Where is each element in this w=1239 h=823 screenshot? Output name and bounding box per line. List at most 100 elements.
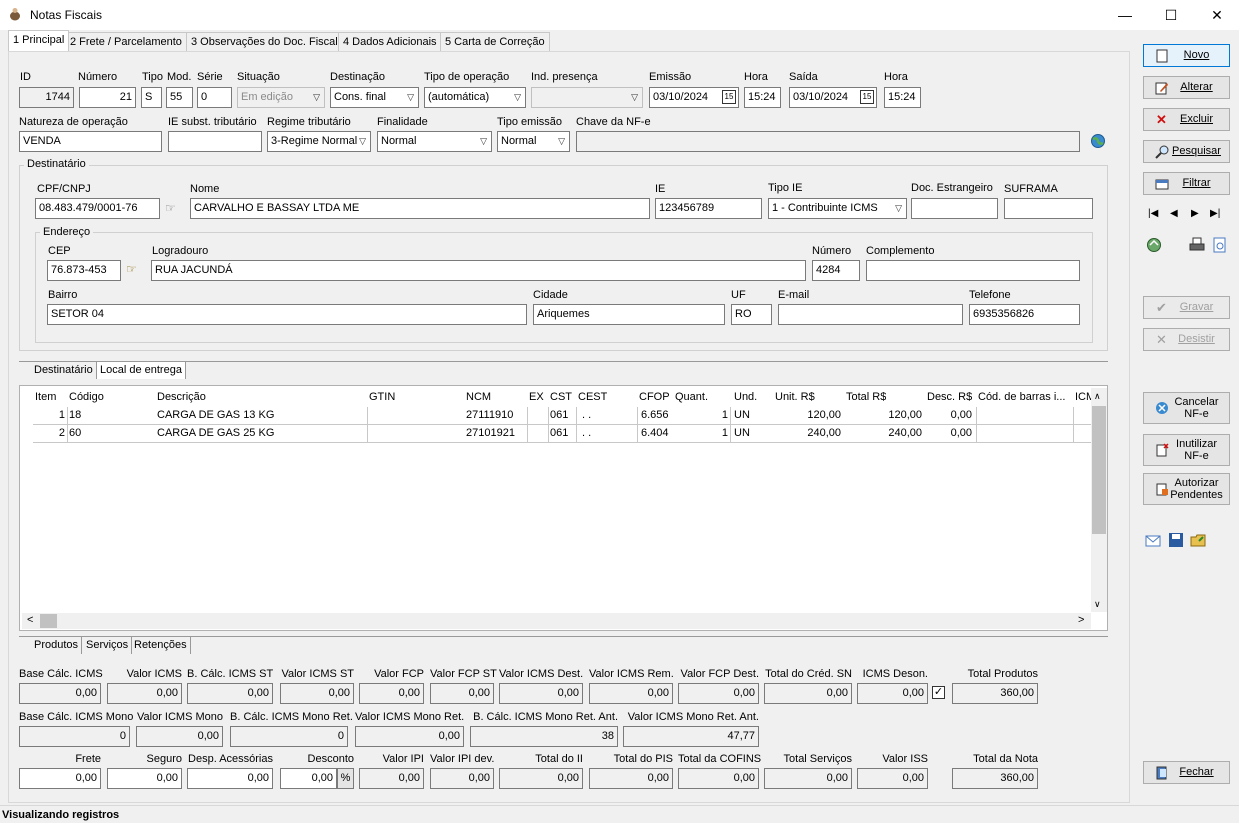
- novo-button[interactable]: Novo: [1143, 44, 1230, 67]
- icms-deson-checkbox[interactable]: ✓: [932, 686, 945, 699]
- seguro-field[interactable]: 0,00: [107, 768, 182, 789]
- nome-field[interactable]: CARVALHO E BASSAY LTDA ME: [190, 198, 650, 219]
- col-header[interactable]: Desc. R$: [927, 389, 972, 406]
- tab-retencoes[interactable]: Retenções: [131, 637, 191, 654]
- scroll-up-icon[interactable]: ∧: [1094, 391, 1101, 402]
- col-header[interactable]: CFOP: [639, 389, 670, 406]
- calendar-icon[interactable]: 15: [722, 90, 736, 104]
- saida-date[interactable]: 03/10/2024 15: [789, 87, 877, 108]
- tab-local-entrega[interactable]: Local de entrega: [97, 362, 186, 379]
- bairro-field[interactable]: SETOR 04: [47, 304, 527, 325]
- logradouro-field[interactable]: RUA JACUNDÁ: [151, 260, 806, 281]
- horizontal-scrollbar[interactable]: < >: [22, 613, 1091, 629]
- minimize-button[interactable]: —: [1102, 0, 1148, 30]
- tipo-emissao-select[interactable]: Normal ▽: [497, 131, 570, 152]
- col-header[interactable]: ICM: [1075, 389, 1091, 406]
- numero-field[interactable]: 21: [79, 87, 136, 108]
- scrollbar-thumb[interactable]: [40, 614, 57, 628]
- tab-servicos[interactable]: Serviços: [83, 637, 133, 654]
- percent-button[interactable]: %: [337, 768, 354, 789]
- col-header[interactable]: Und.: [734, 389, 757, 406]
- hora-emissao-field[interactable]: 15:24: [744, 87, 781, 108]
- end-numero-field[interactable]: 4284: [812, 260, 860, 281]
- email-icon[interactable]: [1145, 532, 1161, 548]
- telefone-field[interactable]: 6935356826: [969, 304, 1080, 325]
- desp-acessorias-field[interactable]: 0,00: [187, 768, 273, 789]
- suframa-field[interactable]: [1004, 198, 1093, 219]
- frete-field[interactable]: 0,00: [19, 768, 101, 789]
- cancelar-nfe-button[interactable]: Cancelar NF-e: [1143, 392, 1230, 424]
- ie-subst-field[interactable]: [168, 131, 262, 152]
- desconto-field[interactable]: 0,00: [280, 768, 337, 789]
- search-hand-icon[interactable]: ☞: [126, 262, 146, 278]
- col-header[interactable]: Cód. de barras i...: [978, 389, 1070, 406]
- next-record-icon[interactable]: ▶: [1191, 208, 1199, 219]
- filtrar-button[interactable]: Filtrar: [1143, 172, 1230, 195]
- regime-select[interactable]: 3-Regime Normal ▽: [267, 131, 371, 152]
- scrollbar-thumb[interactable]: [1092, 406, 1106, 534]
- col-header[interactable]: Unit. R$: [775, 389, 815, 406]
- tipo-ie-select[interactable]: 1 - Contribuinte ICMS ▽: [768, 198, 907, 219]
- print-icon[interactable]: [1189, 237, 1205, 253]
- preview-icon[interactable]: [1212, 237, 1228, 253]
- fechar-button[interactable]: Fechar: [1143, 761, 1230, 784]
- col-header[interactable]: NCM: [466, 389, 491, 406]
- open-folder-icon[interactable]: [1190, 532, 1206, 548]
- pesquisar-button[interactable]: Pesquisar: [1143, 140, 1230, 163]
- emissao-date[interactable]: 03/10/2024 15: [649, 87, 739, 108]
- tab-frete[interactable]: 2 Frete / Parcelamento: [65, 32, 187, 51]
- tipo-operacao-select[interactable]: (automática) ▽: [424, 87, 526, 108]
- natureza-field[interactable]: VENDA: [19, 131, 162, 152]
- scroll-down-icon[interactable]: ∨: [1094, 599, 1101, 610]
- globe-icon[interactable]: [1090, 133, 1106, 149]
- autorizar-pendentes-button[interactable]: Autorizar Pendentes: [1143, 473, 1230, 505]
- refresh-globe-icon[interactable]: [1146, 237, 1162, 253]
- ie-field[interactable]: 123456789: [655, 198, 762, 219]
- cidade-field[interactable]: Ariquemes: [533, 304, 725, 325]
- col-header[interactable]: Item: [35, 389, 56, 406]
- uf-field[interactable]: RO: [731, 304, 772, 325]
- col-header[interactable]: GTIN: [369, 389, 395, 406]
- destinacao-select[interactable]: Cons. final ▽: [330, 87, 419, 108]
- alterar-button[interactable]: Alterar: [1143, 76, 1230, 99]
- doc-estrangeiro-field[interactable]: [911, 198, 998, 219]
- col-header[interactable]: Descrição: [157, 389, 206, 406]
- close-button[interactable]: ✕: [1194, 0, 1239, 30]
- col-header[interactable]: CST: [550, 389, 572, 406]
- check-icon: ✔: [1156, 300, 1167, 315]
- calendar-icon[interactable]: 15: [860, 90, 874, 104]
- col-header[interactable]: Código: [69, 389, 104, 406]
- cpf-field[interactable]: 08.483.479/0001-76: [35, 198, 160, 219]
- complemento-field[interactable]: [866, 260, 1080, 281]
- tab-produtos[interactable]: Produtos: [31, 637, 83, 654]
- search-hand-icon[interactable]: ☞: [165, 201, 185, 215]
- items-grid[interactable]: Item Código Descrição GTIN NCM EX CST CE…: [19, 385, 1108, 631]
- scroll-left-icon[interactable]: <: [27, 614, 33, 626]
- tab-observacoes[interactable]: 3 Observações do Doc. Fiscal: [186, 32, 343, 51]
- tab-principal[interactable]: 1 Principal: [8, 30, 70, 51]
- tab-carta-correcao[interactable]: 5 Carta de Correção: [440, 32, 550, 51]
- col-header[interactable]: Total R$: [846, 389, 886, 406]
- vertical-scrollbar[interactable]: ∧ ∨: [1091, 388, 1107, 612]
- excluir-button[interactable]: ✕ Excluir: [1143, 108, 1230, 131]
- maximize-button[interactable]: ☐: [1148, 0, 1194, 30]
- tipo-field[interactable]: S: [141, 87, 162, 108]
- scroll-right-icon[interactable]: >: [1078, 614, 1084, 626]
- inutilizar-nfe-button[interactable]: Inutilizar NF-e: [1143, 434, 1230, 466]
- cep-field[interactable]: 76.873-453: [47, 260, 121, 281]
- finalidade-select[interactable]: Normal ▽: [377, 131, 492, 152]
- hora-saida-field[interactable]: 15:24: [884, 87, 921, 108]
- email-field[interactable]: [778, 304, 963, 325]
- tab-destinatario[interactable]: Destinatário: [31, 362, 97, 379]
- last-record-icon[interactable]: ▶|: [1210, 208, 1220, 219]
- serie-field[interactable]: 0: [197, 87, 232, 108]
- col-header[interactable]: CEST: [578, 389, 607, 406]
- col-header[interactable]: Quant.: [675, 389, 708, 406]
- prev-record-icon[interactable]: ◀: [1170, 208, 1178, 219]
- col-header[interactable]: EX: [529, 389, 544, 406]
- total-label: Valor FCP: [374, 668, 424, 680]
- save-icon[interactable]: [1168, 532, 1184, 548]
- mod-field[interactable]: 55: [166, 87, 193, 108]
- first-record-icon[interactable]: |◀: [1148, 208, 1158, 219]
- tab-dados-adicionais[interactable]: 4 Dados Adicionais: [338, 32, 442, 51]
